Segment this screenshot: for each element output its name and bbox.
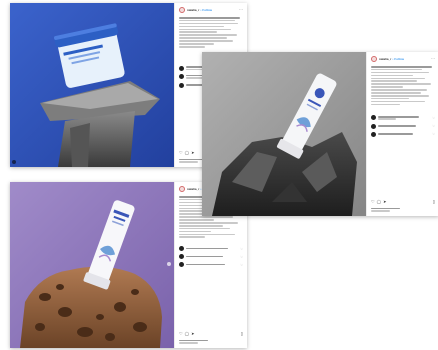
comment-row: ♡ bbox=[371, 123, 435, 129]
share-icon[interactable]: ➤ bbox=[191, 331, 194, 336]
avatar[interactable] bbox=[371, 123, 376, 129]
tube-product-photo bbox=[10, 182, 174, 348]
action-bar: ♡ ◯ ➤ ▯ bbox=[179, 331, 243, 336]
action-bar: ♡ ◯ ➤ ▯ bbox=[371, 199, 435, 204]
post-panel-2: natalia_r • Follow ⋯ ♡ ♡ ♡ ♡ ◯ ➤ ▯ bbox=[366, 52, 438, 216]
bookmark-icon[interactable]: ▯ bbox=[241, 331, 243, 336]
heart-icon[interactable]: ♡ bbox=[179, 150, 183, 155]
comment-row: ♡ bbox=[179, 254, 243, 260]
avatar[interactable] bbox=[179, 186, 185, 192]
comment-row: ♡ bbox=[179, 246, 243, 252]
comment-icon[interactable]: ◯ bbox=[185, 331, 189, 336]
bookmark-icon[interactable]: ▯ bbox=[433, 199, 435, 204]
avatar[interactable] bbox=[371, 115, 376, 121]
account-name[interactable]: natalia_r bbox=[187, 187, 199, 191]
follow-button[interactable]: Follow bbox=[202, 8, 212, 12]
likes-and-input[interactable] bbox=[371, 207, 435, 213]
share-icon[interactable]: ➤ bbox=[191, 150, 194, 155]
avatar[interactable] bbox=[179, 65, 184, 71]
avatar[interactable] bbox=[179, 246, 184, 252]
comment-row: ♡ bbox=[371, 131, 435, 137]
avatar[interactable] bbox=[179, 262, 184, 268]
share-icon[interactable]: ➤ bbox=[383, 199, 386, 204]
tube-product-photo bbox=[202, 52, 366, 216]
heart-icon[interactable]: ♡ bbox=[432, 132, 435, 136]
comment-icon[interactable]: ◯ bbox=[377, 199, 381, 204]
caption bbox=[371, 66, 435, 106]
more-icon[interactable]: ⋯ bbox=[431, 57, 435, 61]
avatar[interactable] bbox=[371, 131, 376, 137]
follow-button[interactable]: Follow bbox=[394, 57, 404, 61]
avatar[interactable] bbox=[179, 82, 184, 88]
avatar[interactable] bbox=[179, 7, 185, 13]
more-icon[interactable]: ⋯ bbox=[239, 8, 243, 12]
carousel-indicator[interactable] bbox=[12, 160, 16, 164]
post-card-2[interactable]: natalia_r • Follow ⋯ ♡ ♡ ♡ ♡ ◯ ➤ ▯ bbox=[202, 52, 438, 216]
heart-icon[interactable]: ♡ bbox=[240, 255, 243, 259]
comment-row: ♡ bbox=[179, 262, 243, 268]
post-header: natalia_r • Follow ⋯ bbox=[371, 55, 435, 63]
likes-and-input[interactable] bbox=[179, 339, 243, 345]
post-photo-2[interactable] bbox=[202, 52, 366, 216]
heart-icon[interactable]: ♡ bbox=[371, 199, 375, 204]
heart-icon[interactable]: ♡ bbox=[179, 331, 183, 336]
account-name[interactable]: natalia_r bbox=[187, 8, 199, 12]
heart-icon[interactable]: ♡ bbox=[240, 263, 243, 267]
comment-row: ♡ bbox=[371, 115, 435, 121]
carousel-indicator[interactable] bbox=[167, 262, 171, 266]
heart-icon[interactable]: ♡ bbox=[240, 247, 243, 251]
post-photo-3[interactable] bbox=[10, 182, 174, 348]
jar-product-photo bbox=[10, 3, 174, 167]
heart-icon[interactable]: ♡ bbox=[432, 124, 435, 128]
avatar[interactable] bbox=[179, 74, 184, 80]
post-header: natalia_r • Follow ⋯ bbox=[179, 6, 243, 14]
heart-icon[interactable]: ♡ bbox=[432, 116, 435, 120]
account-name[interactable]: natalia_r bbox=[379, 57, 391, 61]
caption bbox=[179, 17, 243, 48]
post-photo-1[interactable] bbox=[10, 3, 174, 167]
avatar[interactable] bbox=[371, 56, 377, 62]
comment-icon[interactable]: ◯ bbox=[185, 150, 189, 155]
avatar[interactable] bbox=[179, 254, 184, 260]
